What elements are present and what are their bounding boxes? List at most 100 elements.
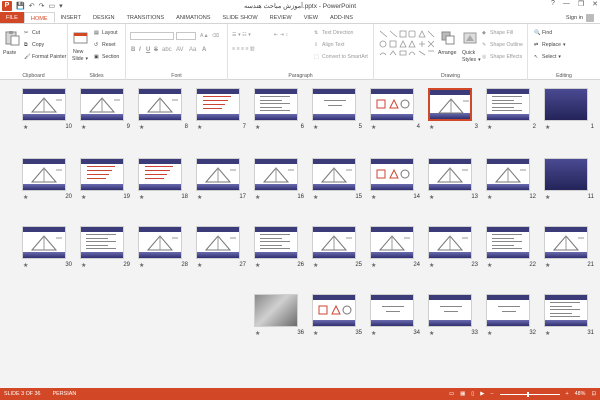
transition-star-icon[interactable]: ★ bbox=[371, 194, 376, 201]
font-color-button[interactable]: A bbox=[202, 47, 206, 53]
convert-smartart-button[interactable]: ⬚ Convert to SmartArt bbox=[314, 54, 368, 60]
find-button[interactable]: 🔍 Find bbox=[534, 30, 552, 36]
slide-thumbnail[interactable] bbox=[428, 294, 472, 327]
transition-star-icon[interactable]: ★ bbox=[545, 262, 550, 269]
transition-star-icon[interactable]: ★ bbox=[313, 194, 318, 201]
zoom-level[interactable]: 48% bbox=[575, 391, 586, 397]
quick-styles-button[interactable]: Quick bbox=[462, 50, 475, 56]
slide-sorter[interactable]: 1 ★ 2 ★ 3 ★ 4 ★ 5 ★ 6 ★ 7 ★ 8 ★ 9 ★ 10 ★ 11 ★ 12 ★ 13 ★ 14 ★ 15 ★ 16 ★ 1… bbox=[0, 80, 600, 388]
slide-counter[interactable]: SLIDE 3 OF 36 bbox=[4, 391, 41, 397]
shadow-button[interactable]: abc bbox=[162, 47, 172, 53]
slide-thumbnail[interactable] bbox=[22, 88, 66, 121]
transition-star-icon[interactable]: ★ bbox=[139, 194, 144, 201]
new-slide-icon[interactable] bbox=[73, 30, 89, 46]
transition-star-icon[interactable]: ★ bbox=[197, 262, 202, 269]
transition-star-icon[interactable]: ★ bbox=[255, 194, 260, 201]
alignment-buttons[interactable]: ≡ ≡ ≡ ≡ ▥ bbox=[232, 46, 255, 52]
slide-thumbnail[interactable] bbox=[544, 294, 588, 327]
zoom-slider-handle[interactable] bbox=[527, 391, 530, 397]
transition-star-icon[interactable]: ★ bbox=[487, 124, 492, 131]
slide-thumbnail[interactable] bbox=[22, 158, 66, 191]
slide-sorter-view-icon[interactable]: ▦ bbox=[460, 391, 465, 397]
tab-view[interactable]: VIEW bbox=[298, 12, 324, 23]
quick-styles-icon[interactable] bbox=[462, 30, 478, 46]
tab-design[interactable]: DESIGN bbox=[87, 12, 120, 23]
zoom-in-button[interactable]: + bbox=[566, 391, 569, 397]
character-spacing-button[interactable]: AV bbox=[176, 47, 184, 53]
transition-star-icon[interactable]: ★ bbox=[313, 330, 318, 337]
transition-star-icon[interactable]: ★ bbox=[139, 124, 144, 131]
transition-star-icon[interactable]: ★ bbox=[81, 262, 86, 269]
layout-button[interactable]: ▤ Layout bbox=[94, 30, 118, 36]
save-icon[interactable]: 💾 bbox=[16, 2, 25, 10]
slide-thumbnail[interactable] bbox=[486, 226, 530, 259]
slide-thumbnail[interactable] bbox=[370, 226, 414, 259]
transition-star-icon[interactable]: ★ bbox=[81, 124, 86, 131]
undo-icon[interactable]: ↶ bbox=[29, 2, 35, 10]
slide-thumbnail[interactable] bbox=[370, 158, 414, 191]
transition-star-icon[interactable]: ★ bbox=[487, 330, 492, 337]
replace-button[interactable]: ⇄ Replace ▾ bbox=[534, 42, 566, 48]
present-icon[interactable]: ▭ bbox=[48, 2, 55, 10]
clear-formatting-icon[interactable]: ⌫ bbox=[212, 33, 219, 39]
slide-thumbnail[interactable] bbox=[138, 226, 182, 259]
shape-effects-button[interactable]: ◎ Shape Effects bbox=[482, 54, 522, 60]
reset-button[interactable]: ↺ Reset bbox=[94, 42, 116, 48]
font-grow-button[interactable]: A▲ bbox=[200, 33, 209, 39]
transition-star-icon[interactable]: ★ bbox=[545, 124, 550, 131]
slide-thumbnail[interactable] bbox=[196, 226, 240, 259]
change-case-button[interactable]: Aa bbox=[189, 47, 196, 53]
tab-insert[interactable]: INSERT bbox=[55, 12, 87, 23]
transition-star-icon[interactable]: ★ bbox=[23, 194, 28, 201]
slide-thumbnail[interactable] bbox=[254, 158, 298, 191]
tab-add-ins[interactable]: ADD-INS bbox=[324, 12, 359, 23]
slide-thumbnail[interactable] bbox=[196, 158, 240, 191]
transition-star-icon[interactable]: ★ bbox=[487, 262, 492, 269]
arrange-icon[interactable] bbox=[440, 30, 456, 46]
slide-thumbnail[interactable] bbox=[544, 158, 588, 191]
format-painter-button[interactable]: 🖌 Format Painter bbox=[24, 54, 66, 60]
tab-home[interactable]: HOME bbox=[23, 12, 55, 23]
transition-star-icon[interactable]: ★ bbox=[23, 124, 28, 131]
slide-thumbnail[interactable] bbox=[486, 158, 530, 191]
tab-review[interactable]: REVIEW bbox=[264, 12, 298, 23]
customize-icon[interactable]: ▾ bbox=[59, 2, 63, 10]
italic-button[interactable]: I bbox=[139, 47, 141, 53]
shape-outline-button[interactable]: ✎ Shape Outline bbox=[482, 42, 523, 48]
transition-star-icon[interactable]: ★ bbox=[313, 124, 318, 131]
help-button[interactable]: ? bbox=[551, 0, 555, 8]
select-button[interactable]: ↖ Select ▾ bbox=[534, 54, 561, 60]
slide-thumbnail[interactable] bbox=[80, 158, 124, 191]
slide-thumbnail[interactable] bbox=[428, 226, 472, 259]
slide-thumbnail[interactable] bbox=[544, 88, 588, 121]
zoom-slider[interactable] bbox=[499, 391, 560, 397]
minimize-button[interactable]: — bbox=[563, 0, 570, 8]
strikethrough-button[interactable]: S bbox=[154, 47, 158, 53]
indent-buttons[interactable]: ⇤ ⇥ ↕ bbox=[274, 32, 288, 38]
tab-file[interactable]: FILE bbox=[0, 12, 24, 23]
slide-thumbnail[interactable] bbox=[312, 88, 356, 121]
slide-thumbnail[interactable] bbox=[254, 294, 298, 327]
transition-star-icon[interactable]: ★ bbox=[429, 262, 434, 269]
align-text-button[interactable]: ⇳ Align Text bbox=[314, 42, 344, 48]
transition-star-icon[interactable]: ★ bbox=[429, 194, 434, 201]
slide-thumbnail[interactable] bbox=[80, 226, 124, 259]
slide-thumbnail[interactable] bbox=[22, 226, 66, 259]
transition-star-icon[interactable]: ★ bbox=[23, 262, 28, 269]
sign-in-link[interactable]: Sign in bbox=[566, 15, 583, 21]
slide-thumbnail[interactable] bbox=[254, 226, 298, 259]
transition-star-icon[interactable]: ★ bbox=[81, 194, 86, 201]
copy-button[interactable]: ⧉ Copy bbox=[24, 42, 44, 48]
transition-star-icon[interactable]: ★ bbox=[255, 262, 260, 269]
slide-thumbnail[interactable] bbox=[312, 294, 356, 327]
slide-thumbnail[interactable] bbox=[80, 88, 124, 121]
transition-star-icon[interactable]: ★ bbox=[255, 124, 260, 131]
bullets-button[interactable]: ☰ ▾ ☷ ▾ bbox=[232, 32, 251, 38]
slide-thumbnail[interactable] bbox=[370, 294, 414, 327]
transition-star-icon[interactable]: ★ bbox=[255, 330, 260, 337]
transition-star-icon[interactable]: ★ bbox=[429, 330, 434, 337]
transition-star-icon[interactable]: ★ bbox=[545, 330, 550, 337]
transition-star-icon[interactable]: ★ bbox=[371, 262, 376, 269]
new-slide-dropdown[interactable]: Slide ▾ bbox=[72, 56, 88, 62]
quick-styles-dropdown[interactable]: Styles ▾ bbox=[462, 57, 481, 63]
